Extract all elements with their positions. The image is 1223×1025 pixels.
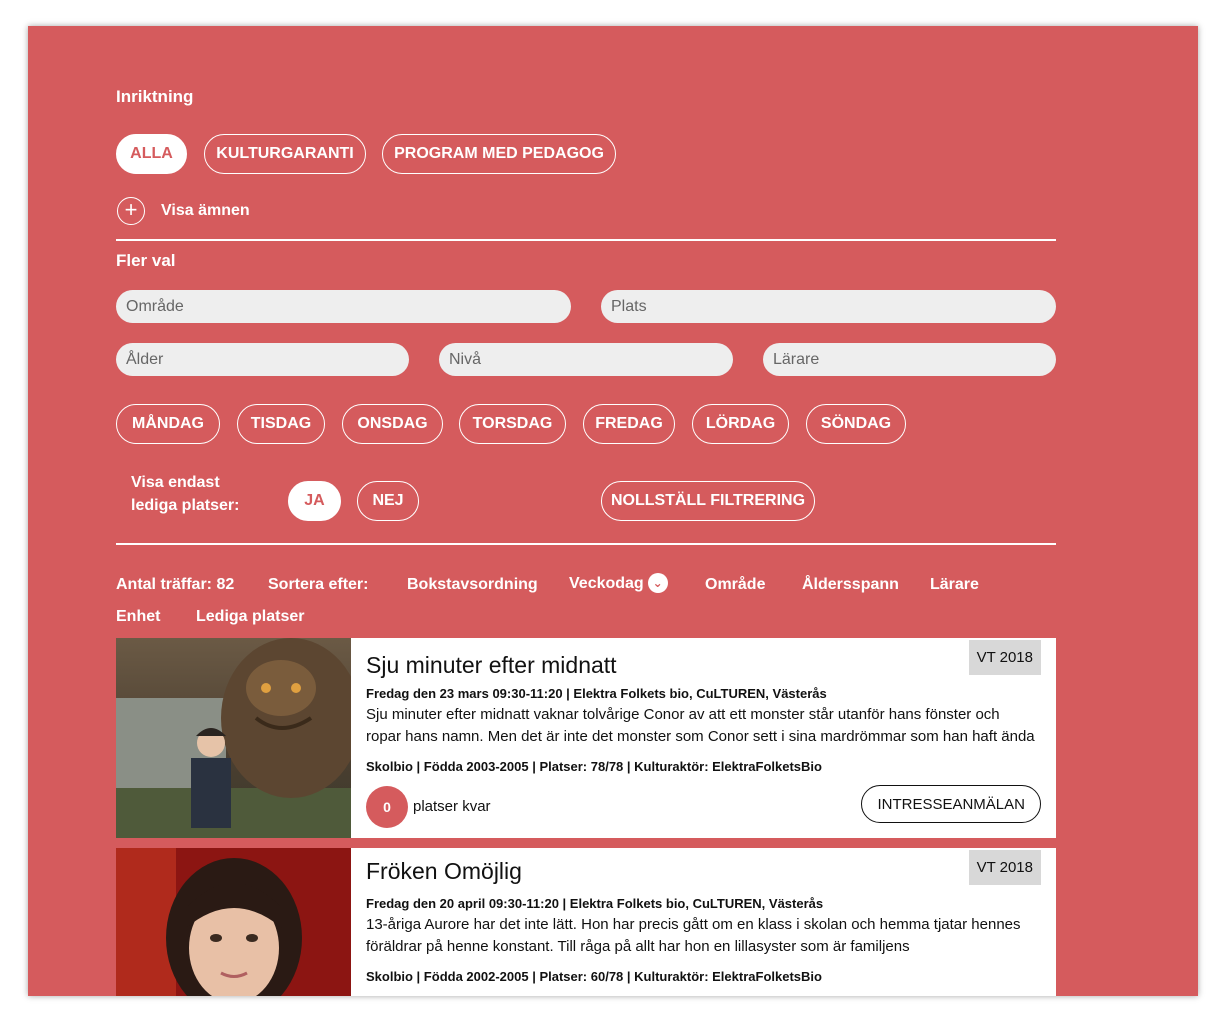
day-friday-button[interactable]: FREDAG — [583, 404, 675, 444]
filter-program-med-pedagog-button[interactable]: PROGRAM MED PEDAGOG — [382, 134, 616, 174]
event-info: Skolbio | Födda 2003-2005 | Platser: 78/… — [366, 759, 822, 774]
interest-registration-button[interactable]: INTRESSEANMÄLAN — [861, 785, 1041, 823]
divider — [116, 239, 1056, 241]
event-title[interactable]: Sju minuter efter midnatt — [366, 652, 617, 679]
filter-kulturgaranti-button[interactable]: KULTURGARANTI — [204, 134, 366, 174]
day-monday-button[interactable]: MÅNDAG — [116, 404, 220, 444]
place-field[interactable]: Plats — [601, 290, 1056, 323]
event-thumbnail — [116, 638, 351, 838]
more-options-label: Fler val — [116, 251, 176, 270]
day-sunday-button[interactable]: SÖNDAG — [806, 404, 906, 444]
event-title[interactable]: Fröken Omöjlig — [366, 858, 522, 885]
sort-age-span-link[interactable]: Åldersspann — [802, 576, 899, 594]
event-thumbnail — [116, 848, 351, 996]
filter-panel: Inriktning ALLA KULTURGARANTI PROGRAM ME… — [28, 26, 1198, 996]
sort-unit-link[interactable]: Enhet — [116, 608, 160, 626]
event-datetime: Fredag den 23 mars 09:30-11:20 | Elektra… — [366, 686, 827, 701]
event-description: 13-åriga Aurore har det inte lätt. Hon h… — [366, 916, 1021, 955]
sort-area-link[interactable]: Område — [705, 576, 765, 594]
reset-filter-button[interactable]: NOLLSTÄLL FILTRERING — [601, 481, 815, 521]
event-details: Sju minuter efter midnatt VT 2018 Fredag… — [351, 638, 1056, 838]
sort-weekday-link[interactable]: Veckodag ⌄ — [569, 573, 668, 594]
event-card: Fröken Omöjlig VT 2018 Fredag den 20 apr… — [116, 848, 1056, 996]
places-left-label: platser kvar — [413, 798, 491, 815]
sort-weekday-label: Veckodag — [569, 575, 644, 593]
sort-free-places-link[interactable]: Lediga platser — [196, 608, 304, 626]
event-description: Sju minuter efter midnatt vaknar tolvåri… — [366, 706, 1035, 745]
inriktning-label: Inriktning — [116, 87, 194, 106]
event-card: Sju minuter efter midnatt VT 2018 Fredag… — [116, 638, 1056, 838]
sort-by-label: Sortera efter: — [268, 576, 369, 593]
only-free-label-line1: Visa endast — [131, 474, 220, 491]
day-tuesday-button[interactable]: TISDAG — [237, 404, 325, 444]
area-field[interactable]: Område — [116, 290, 571, 323]
only-free-no-button[interactable]: NEJ — [357, 481, 419, 521]
filter-alla-button[interactable]: ALLA — [116, 134, 187, 174]
sort-teacher-link[interactable]: Lärare — [930, 576, 979, 594]
only-free-label-line2: lediga platser: — [131, 497, 240, 514]
only-free-yes-button[interactable]: JA — [288, 481, 341, 521]
show-subjects-link[interactable]: Visa ämnen — [161, 202, 250, 220]
event-details: Fröken Omöjlig VT 2018 Fredag den 20 apr… — [351, 848, 1056, 996]
plus-icon[interactable]: + — [117, 197, 145, 225]
day-saturday-button[interactable]: LÖRDAG — [692, 404, 789, 444]
event-info: Skolbio | Födda 2002-2005 | Platser: 60/… — [366, 969, 822, 984]
places-left-count: 0 — [366, 786, 408, 828]
term-badge: VT 2018 — [968, 640, 1041, 675]
chevron-down-icon: ⌄ — [647, 573, 668, 593]
teacher-field[interactable]: Lärare — [763, 343, 1056, 376]
hit-count: Antal träffar: 82 — [116, 576, 235, 593]
age-field[interactable]: Ålder — [116, 343, 409, 376]
day-wednesday-button[interactable]: ONSDAG — [342, 404, 443, 444]
sort-alphabetical-link[interactable]: Bokstavsordning — [407, 576, 538, 594]
event-datetime: Fredag den 20 april 09:30-11:20 | Elektr… — [366, 896, 824, 911]
divider — [116, 543, 1056, 545]
day-thursday-button[interactable]: TORSDAG — [459, 404, 566, 444]
level-field[interactable]: Nivå — [439, 343, 733, 376]
term-badge: VT 2018 — [968, 850, 1041, 885]
